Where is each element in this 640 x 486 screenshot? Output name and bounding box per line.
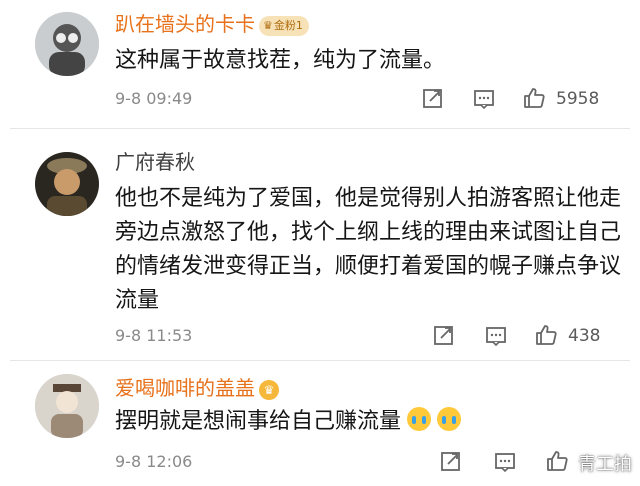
reply-icon[interactable]	[473, 86, 495, 112]
reply-icon[interactable]	[485, 323, 507, 349]
share-icon[interactable]	[422, 86, 444, 112]
crying-emoji-icon	[407, 407, 432, 431]
comment-author[interactable]: 爱喝咖啡的盖盖 ♛	[115, 376, 279, 400]
comment-text: 这种属于故意找茬，纯为了流量。	[115, 48, 446, 73]
avatar[interactable]	[35, 12, 99, 76]
badge-label: 金粉1	[273, 18, 303, 32]
share-icon[interactable]	[433, 323, 455, 349]
author-name[interactable]: 爱喝咖啡的盖盖	[115, 376, 255, 400]
author-name[interactable]: 广府春秋	[115, 150, 195, 174]
comment-text: 他也不是纯为了爱国，他是觉得别人拍游客照让他走旁边点激怒了他，找个上纲上线的理由…	[115, 186, 622, 313]
like-count: 5958	[556, 89, 600, 109]
author-name[interactable]: 趴在墙头的卡卡	[115, 12, 255, 36]
comment-time: 9-8 12:06	[115, 452, 193, 471]
crying-emoji-icon	[437, 407, 462, 431]
like-count: 438	[568, 326, 601, 346]
avatar-image	[35, 374, 99, 438]
comment-time: 9-8 11:53	[115, 326, 193, 345]
reply-icon[interactable]	[494, 449, 516, 475]
fan-badge: ♛金粉1	[259, 15, 309, 36]
share-icon[interactable]	[440, 449, 462, 475]
avatar-image	[35, 152, 99, 216]
like-icon[interactable]	[545, 449, 569, 475]
comment-meta: 9-8 12:06	[0, 449, 640, 475]
avatar[interactable]	[35, 374, 99, 438]
divider	[10, 128, 630, 129]
comment-meta: 9-8 09:49 5958	[0, 86, 640, 112]
crown-icon: ♛	[259, 379, 279, 400]
divider	[10, 360, 630, 361]
like-icon[interactable]	[522, 86, 546, 112]
comment-author[interactable]: 趴在墙头的卡卡 ♛金粉1	[115, 12, 309, 36]
comment-text-body: 摆明就是想闹事给自己赚流量	[115, 409, 402, 434]
watermark: 青工拍	[578, 454, 632, 475]
avatar[interactable]	[35, 152, 99, 216]
comment-time: 9-8 09:49	[115, 89, 193, 108]
crown-icon: ♛	[263, 18, 273, 32]
comment-text: 摆明就是想闹事给自己赚流量	[115, 405, 625, 439]
like-icon[interactable]	[534, 323, 558, 349]
avatar-image	[35, 12, 99, 76]
comment-meta: 9-8 11:53 438	[0, 323, 640, 349]
